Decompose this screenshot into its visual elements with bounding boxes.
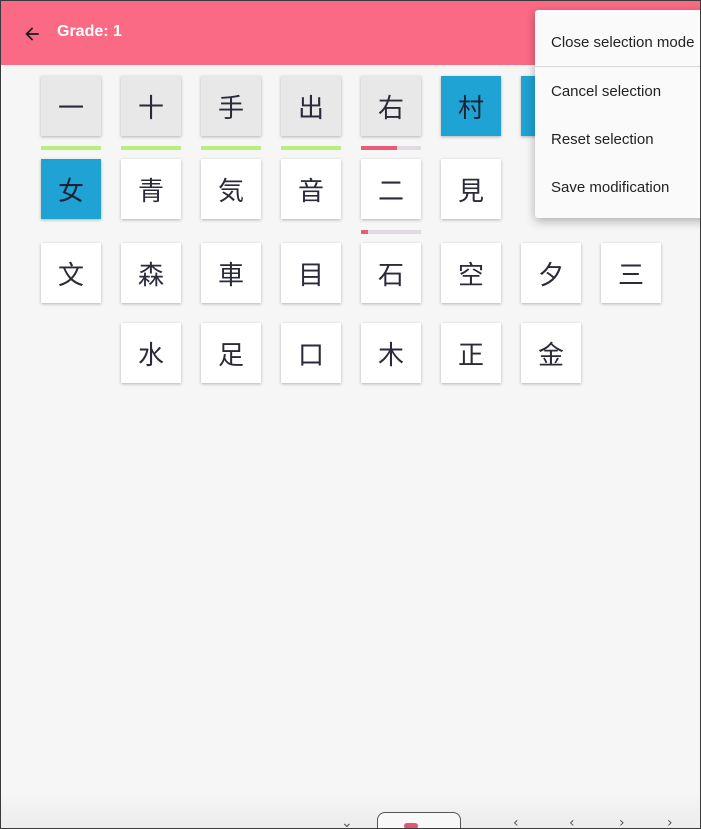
kanji-tile[interactable]: 空 <box>441 243 501 303</box>
progress-bar <box>41 146 101 150</box>
progress-bar <box>121 146 181 150</box>
kanji-tile[interactable]: 出 <box>281 76 341 136</box>
cancel-selection-item[interactable]: Cancel selection <box>535 71 700 111</box>
kanji-tile[interactable]: 気 <box>201 159 261 219</box>
app-frame: Grade: 1 一 十 手 出 右 村 女 青 気 音 二 見 文 森 車 目… <box>0 0 701 829</box>
kanji-tile[interactable]: 車 <box>201 243 261 303</box>
progress-bar <box>281 146 341 150</box>
kanji-tile[interactable]: 右 <box>361 76 421 136</box>
overflow-menu: Close selection mode Cancel selection Re… <box>535 10 700 218</box>
kanji-tile[interactable]: 木 <box>361 323 421 383</box>
kanji-tile[interactable]: 二 <box>361 159 421 219</box>
progress-bar <box>361 230 421 234</box>
next-icon[interactable]: › <box>619 815 625 828</box>
kanji-tile[interactable]: 十 <box>121 76 181 136</box>
chevron-icon[interactable]: ⌄ <box>341 815 353 828</box>
progress-bar <box>361 146 421 150</box>
kanji-tile[interactable]: 金 <box>521 323 581 383</box>
kanji-tile[interactable]: 森 <box>121 243 181 303</box>
kanji-tile-selected[interactable]: 女 <box>41 159 101 219</box>
kanji-tile[interactable]: 目 <box>281 243 341 303</box>
prev-icon[interactable]: ‹ <box>513 815 519 828</box>
kanji-tile[interactable]: 音 <box>281 159 341 219</box>
kanji-tile[interactable]: 青 <box>121 159 181 219</box>
kanji-tile-selected[interactable]: 村 <box>441 76 501 136</box>
kanji-tile[interactable]: 夕 <box>521 243 581 303</box>
kanji-tile[interactable]: 一 <box>41 76 101 136</box>
kanji-tile[interactable]: 水 <box>121 323 181 383</box>
kanji-tile[interactable]: 文 <box>41 243 101 303</box>
kanji-tile[interactable]: 見 <box>441 159 501 219</box>
heart-icon <box>404 823 418 828</box>
kanji-tile[interactable]: 正 <box>441 323 501 383</box>
page-title: Grade: 1 <box>57 23 122 40</box>
save-modification-item[interactable]: Save modification <box>535 167 700 207</box>
reset-selection-item[interactable]: Reset selection <box>535 119 700 159</box>
back-button[interactable] <box>19 21 45 47</box>
kanji-tile[interactable]: 石 <box>361 243 421 303</box>
kanji-tile[interactable]: 口 <box>281 323 341 383</box>
back-icon[interactable]: ‹ <box>569 815 575 828</box>
kanji-tile[interactable]: 三 <box>601 243 661 303</box>
progress-bar <box>201 146 261 150</box>
close-selection-mode-item[interactable]: Close selection mode <box>535 22 700 62</box>
last-icon[interactable]: › <box>667 815 673 828</box>
arrow-left-icon <box>25 27 39 41</box>
kanji-tile[interactable]: 手 <box>201 76 261 136</box>
menu-divider <box>535 66 700 67</box>
favorite-button[interactable] <box>377 812 461 828</box>
kanji-tile[interactable]: 足 <box>201 323 261 383</box>
